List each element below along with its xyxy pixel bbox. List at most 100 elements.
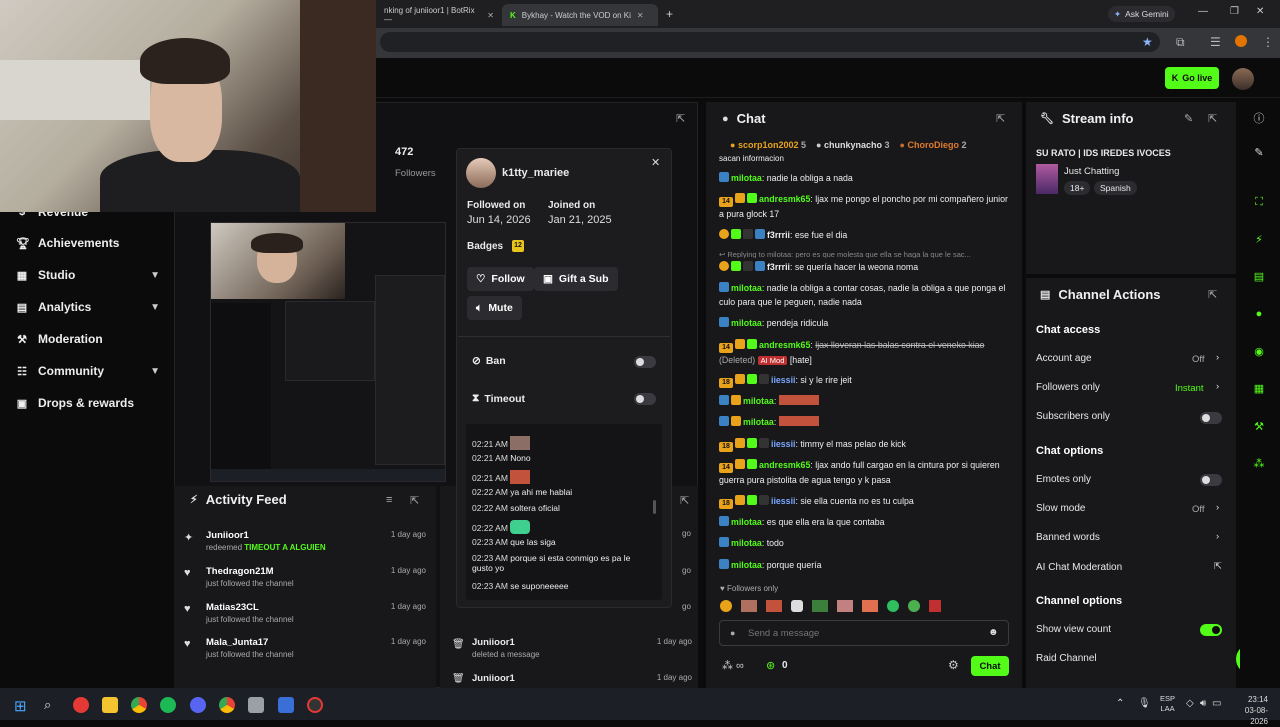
lightning-icon[interactable]: ⚡︎ [1250, 233, 1268, 251]
subscribers-only-toggle[interactable] [1200, 412, 1222, 424]
windows-start-icon[interactable]: ⊞ [14, 697, 27, 715]
profile-avatar[interactable] [1235, 35, 1247, 47]
chat-username[interactable]: andresmk65 [759, 460, 810, 470]
banned-words-label[interactable]: Banned words [1036, 532, 1100, 543]
emote-image[interactable] [766, 600, 782, 612]
extensions-icon[interactable]: ⧉ [1176, 35, 1185, 50]
battery-icon[interactable]: ▭ [1212, 698, 1221, 709]
emoji-icon[interactable]: ☻ [988, 627, 999, 638]
go-live-button[interactable]: K Go live [1165, 67, 1219, 89]
spotify-icon[interactable] [160, 697, 176, 713]
popout-icon[interactable]: ⇱ [676, 112, 685, 125]
obs-icon[interactable] [307, 697, 323, 713]
chat-input-box[interactable]: ● ☻ [719, 620, 1009, 646]
chevron-up-icon[interactable]: ⌃ [1116, 698, 1124, 709]
sidebar-item-achievements[interactable]: 🏆︎ Achievements [16, 236, 160, 250]
emotes-only-toggle[interactable] [1200, 474, 1222, 486]
popout-icon[interactable]: ⇱ [1208, 288, 1217, 301]
infinity-icon[interactable]: ⁂ ∞ [722, 659, 744, 672]
show-view-count-toggle[interactable] [1200, 624, 1222, 636]
emote-image[interactable] [862, 600, 878, 612]
follow-button[interactable]: ♡ Follow [467, 267, 534, 291]
sidebar-item-studio[interactable]: ▦ Studio ▼ [16, 268, 160, 282]
mute-button[interactable]: 🔈︎ Mute [467, 296, 522, 320]
chat-username[interactable]: f3rrrii [767, 230, 790, 240]
emote-image[interactable] [887, 600, 899, 612]
minimize-icon[interactable]: — [1198, 6, 1208, 17]
chrome-icon[interactable] [131, 697, 147, 713]
gear-icon[interactable]: ⚙ [948, 658, 959, 672]
reply-indicator[interactable]: ↩ Replying to milotaa: pero es que moles… [719, 248, 1011, 258]
media-icon[interactable]: ☰ [1210, 35, 1221, 49]
app-icon[interactable] [278, 697, 294, 713]
clock[interactable]: 23:14 03-08-2026 [1228, 694, 1268, 727]
top-gifter[interactable]: ● scorp1on2002 5 [730, 140, 806, 150]
chat-username[interactable]: milotaa [731, 318, 762, 328]
chat-username[interactable]: andresmk65 [759, 194, 810, 204]
chat-input[interactable] [748, 625, 978, 641]
chat-username[interactable]: iiessii [771, 375, 795, 385]
address-bar[interactable] [380, 32, 1160, 52]
slow-mode-label[interactable]: Slow mode [1036, 503, 1085, 514]
microphone-icon[interactable]: 🎙︎ [1138, 698, 1151, 709]
ban-toggle[interactable] [634, 356, 656, 368]
emote-image[interactable] [812, 600, 828, 612]
network-icon[interactable]: ◇ [1186, 698, 1194, 709]
chat-username[interactable]: f3rrrii [767, 262, 790, 272]
emote-image[interactable] [929, 600, 941, 612]
close-icon[interactable]: ✕ [487, 11, 494, 20]
edit-icon[interactable]: ✎ [1184, 112, 1193, 125]
chevron-right-icon[interactable]: › [1216, 531, 1219, 542]
sidebar-item-community[interactable]: ☷ Community ▼ [16, 364, 160, 378]
emote-image[interactable] [791, 600, 803, 612]
popout-icon[interactable]: ⇱ [410, 494, 419, 507]
emote-image[interactable] [741, 600, 757, 612]
popout-icon[interactable]: ⇱ [1208, 112, 1217, 125]
new-tab-icon[interactable]: + [666, 7, 673, 21]
chat-username[interactable]: milotaa [743, 417, 774, 427]
pencil-icon[interactable]: ✎ [1250, 146, 1268, 164]
sidebar-item-drops[interactable]: ▣ Drops & rewards [16, 396, 160, 410]
close-window-icon[interactable]: ✕ [1256, 6, 1264, 17]
followers-only-label[interactable]: Followers only [1036, 382, 1100, 393]
chat-username[interactable]: milotaa [731, 283, 762, 293]
chat-username[interactable]: milotaa [731, 517, 762, 527]
account-age-label[interactable]: Account age [1036, 353, 1092, 364]
ai-moderation-label[interactable]: AI Chat Moderation [1036, 562, 1122, 573]
popout-icon[interactable]: ⇱ [996, 112, 1005, 125]
external-link-icon[interactable]: ⇱ [1214, 561, 1222, 572]
chat-send-button[interactable]: Chat [971, 656, 1009, 676]
wrench-icon[interactable]: ⚒ [1250, 420, 1268, 438]
menu-icon[interactable]: ⋮ [1262, 35, 1274, 49]
emote-image[interactable] [720, 600, 732, 612]
chat-username[interactable]: milotaa [731, 173, 762, 183]
browser-tab[interactable]: nking of juniioor1 | BotRix— ✕ [376, 4, 502, 26]
bookmark-star-icon[interactable]: ★ [1142, 35, 1153, 49]
broadcast-icon[interactable]: ◉ [1250, 345, 1268, 363]
language-indicator[interactable]: ESP LAA [1160, 694, 1175, 714]
timeout-toggle[interactable] [634, 393, 656, 405]
chat-username[interactable]: milotaa [731, 560, 762, 570]
top-gifter[interactable]: ● chunkynacho 3 [816, 140, 890, 150]
search-icon[interactable]: ⌕ [44, 697, 51, 713]
gift-sub-button[interactable]: ▣ Gift a Sub [534, 267, 618, 291]
chevron-right-icon[interactable]: › [1216, 502, 1219, 513]
close-icon[interactable]: ✕ [651, 156, 660, 169]
popout-icon[interactable]: ⇱ [680, 494, 689, 507]
chat-username[interactable]: milotaa [731, 538, 762, 548]
filter-icon[interactable]: ≡ [386, 494, 392, 506]
chevron-right-icon[interactable]: › [1216, 352, 1219, 363]
settings-app-icon[interactable] [248, 697, 264, 713]
chat-username[interactable]: iiessii [771, 439, 795, 449]
discord-icon[interactable] [190, 697, 206, 713]
ask-gemini-button[interactable]: ✦ Ask Gemini [1108, 6, 1175, 22]
close-icon[interactable]: ✕ [637, 11, 644, 20]
emote-image[interactable] [837, 600, 853, 612]
document-icon[interactable]: ▤ [1250, 270, 1268, 288]
emote-image[interactable] [908, 600, 920, 612]
chevron-right-icon[interactable]: › [1216, 381, 1219, 392]
chat-username[interactable]: andresmk65 [759, 340, 810, 350]
chat-username[interactable]: milotaa [743, 396, 774, 406]
community-icon[interactable]: ⁂ [1250, 457, 1268, 475]
sidebar-item-analytics[interactable]: ▤ Analytics ▼ [16, 300, 160, 314]
